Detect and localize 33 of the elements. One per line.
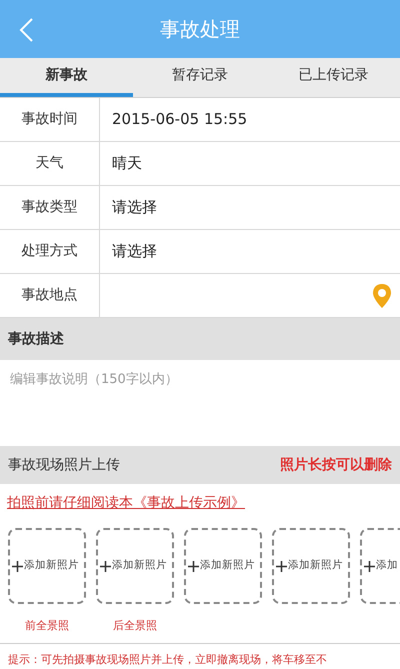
hint-text: 提示：可先拍摄事故现场照片并上传，立即撤离现场，将车移至不: [8, 652, 327, 666]
plus-icon: [188, 560, 199, 572]
field-label: 事故时间: [0, 98, 100, 141]
add-photo-button[interactable]: 添加新照片: [272, 528, 350, 604]
field-label: 处理方式: [0, 230, 100, 273]
description-field[interactable]: 编辑事故说明（150字以内）: [0, 360, 400, 446]
add-photo-button[interactable]: 添加新照片: [8, 528, 86, 604]
plus-icon: [364, 560, 375, 572]
photo-caption: 前全景照: [25, 618, 69, 634]
photo-caption: 后全景照: [113, 618, 157, 634]
section-title: 事故描述: [8, 330, 64, 348]
delete-note: 照片长按可以删除: [280, 456, 392, 474]
field-value[interactable]: 请选择: [100, 186, 400, 229]
location-pin-icon[interactable]: [372, 282, 392, 308]
field-value[interactable]: 2015-06-05 15:55: [100, 98, 400, 141]
example-link[interactable]: 拍照前请仔细阅读本《事故上传示例》: [7, 495, 245, 511]
plus-icon: [12, 560, 23, 572]
add-photo-button[interactable]: 添加新照片: [96, 528, 174, 604]
field-value[interactable]: 请选择: [100, 230, 400, 273]
tab[interactable]: 暂存记录: [133, 58, 267, 97]
add-photo-button[interactable]: 添加: [360, 528, 400, 604]
page-title: 事故处理: [160, 16, 240, 43]
field-value[interactable]: 晴天: [100, 142, 400, 185]
add-photo-button[interactable]: 添加新照片: [184, 528, 262, 604]
section-title: 事故现场照片上传: [8, 456, 120, 474]
back-icon[interactable]: [18, 17, 34, 43]
field-label: 天气: [0, 142, 100, 185]
tab[interactable]: 新事故: [0, 58, 134, 97]
plus-icon: [100, 560, 111, 572]
tab[interactable]: 已上传记录: [266, 58, 400, 97]
plus-icon: [276, 560, 287, 572]
field-label: 事故地点: [0, 274, 100, 317]
field-label: 事故类型: [0, 186, 100, 229]
